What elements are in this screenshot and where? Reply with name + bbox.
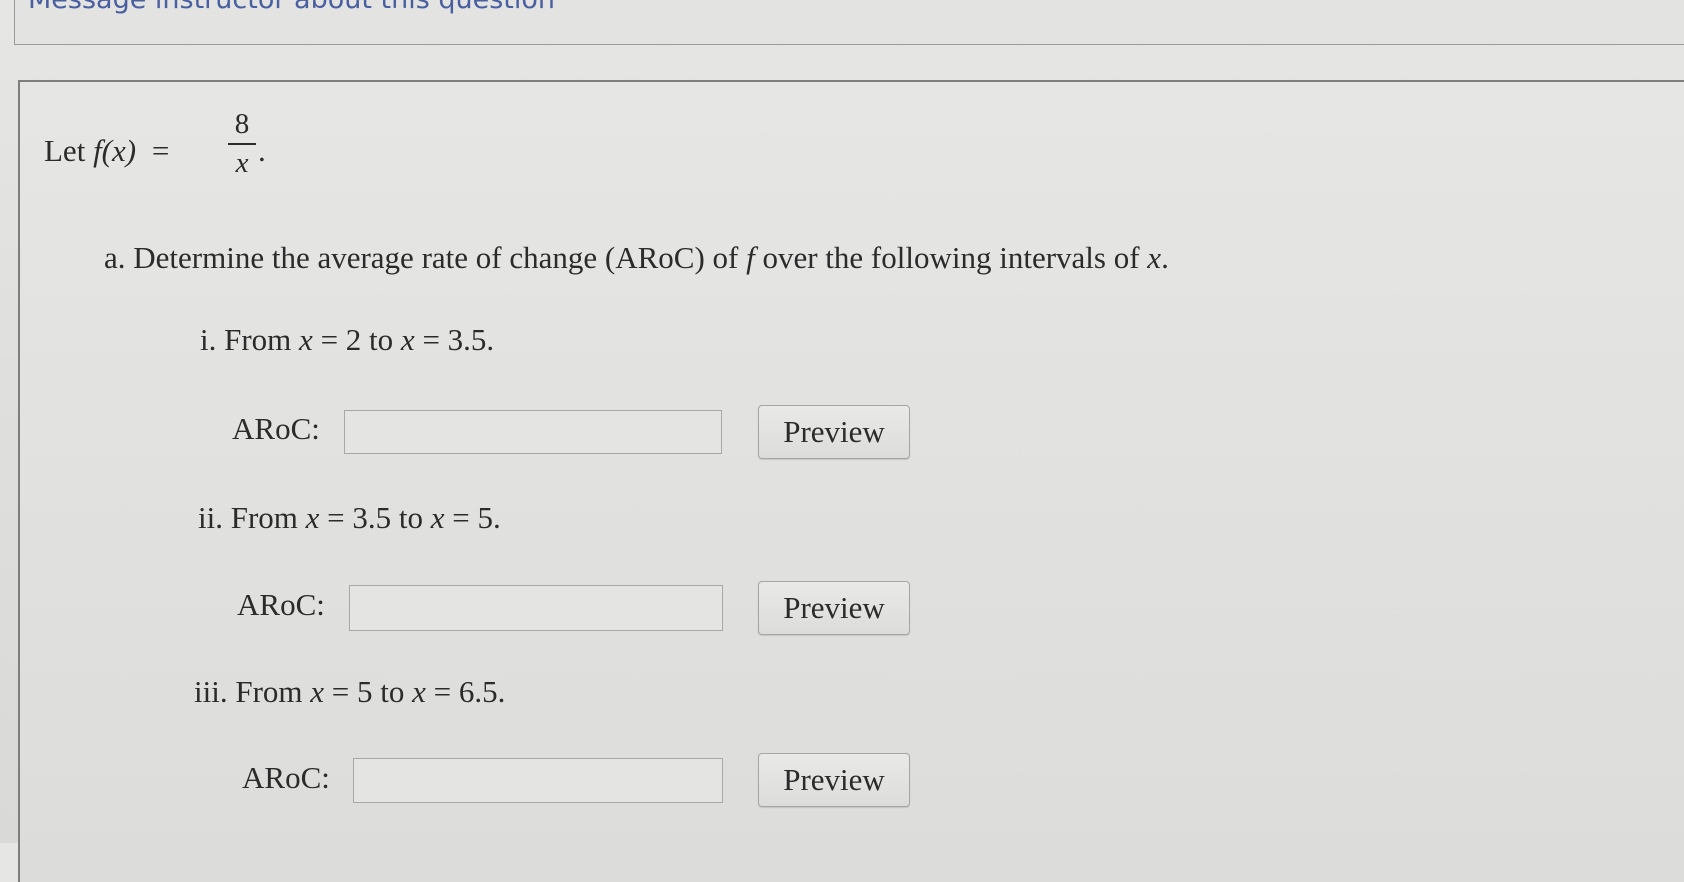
item-ii-preview-button[interactable]: Preview xyxy=(758,581,910,635)
part-a-instruction: a. Determine the average rate of change … xyxy=(104,240,1169,276)
intro-prefix: Let xyxy=(44,133,94,168)
item-i-eq1: = 2 to xyxy=(312,322,401,357)
item-ii-aroc-input[interactable] xyxy=(349,585,723,631)
item-iii-roman: iii. From xyxy=(194,674,311,709)
fraction-numerator: 8 xyxy=(234,108,250,140)
fraction-bar xyxy=(228,143,256,145)
item-ii-aroc-label: ARoC: xyxy=(237,587,325,622)
item-i-aroc-label: ARoC: xyxy=(232,411,320,446)
part-a-middle: over the following intervals of xyxy=(754,240,1148,275)
item-ii-var1: x xyxy=(305,500,320,535)
item-i-preview-button[interactable]: Preview xyxy=(758,405,910,459)
part-a-f: f xyxy=(746,240,755,275)
item-i-eq2: = 3.5. xyxy=(414,322,495,357)
item-iii-prompt: iii. From x = 5 to x = 6.5. xyxy=(194,674,505,710)
item-i-roman: i. From xyxy=(200,322,300,357)
part-a-x: x xyxy=(1147,240,1162,275)
item-iii-eq1: = 5 to xyxy=(324,674,413,709)
item-iii-aroc-input[interactable] xyxy=(353,758,723,803)
item-ii-var2: x xyxy=(430,500,445,535)
item-i-prompt: i. From x = 2 to x = 3.5. xyxy=(200,322,494,358)
item-i-var1: x xyxy=(299,322,313,357)
fraction: 8 x xyxy=(228,108,256,179)
item-ii-eq2: = 5. xyxy=(444,500,501,535)
item-iii-aroc-label: ARoC: xyxy=(242,760,330,795)
message-instructor-link[interactable]: Message instructor about this question xyxy=(28,0,555,15)
item-iii-preview-button[interactable]: Preview xyxy=(758,753,910,807)
fraction-denominator: x xyxy=(235,147,249,179)
item-i-aroc-input[interactable] xyxy=(344,410,722,454)
definition-period: . xyxy=(258,133,266,168)
item-iii-var1: x xyxy=(310,674,325,709)
item-iii-eq2: = 6.5. xyxy=(425,674,506,709)
item-ii-roman: ii. From xyxy=(198,500,306,535)
part-a-end: . xyxy=(1161,240,1169,275)
function-name: f(x) xyxy=(93,133,137,168)
item-i-var2: x xyxy=(400,322,415,357)
item-ii-eq1: = 3.5 to xyxy=(319,500,431,535)
function-definition: Let f(x) = xyxy=(44,133,169,169)
part-a-prefix: a. Determine the average rate of change … xyxy=(104,240,747,275)
equals-sign: = xyxy=(151,133,170,168)
item-iii-var2: x xyxy=(412,674,426,709)
item-ii-prompt: ii. From x = 3.5 to x = 5. xyxy=(198,500,501,536)
